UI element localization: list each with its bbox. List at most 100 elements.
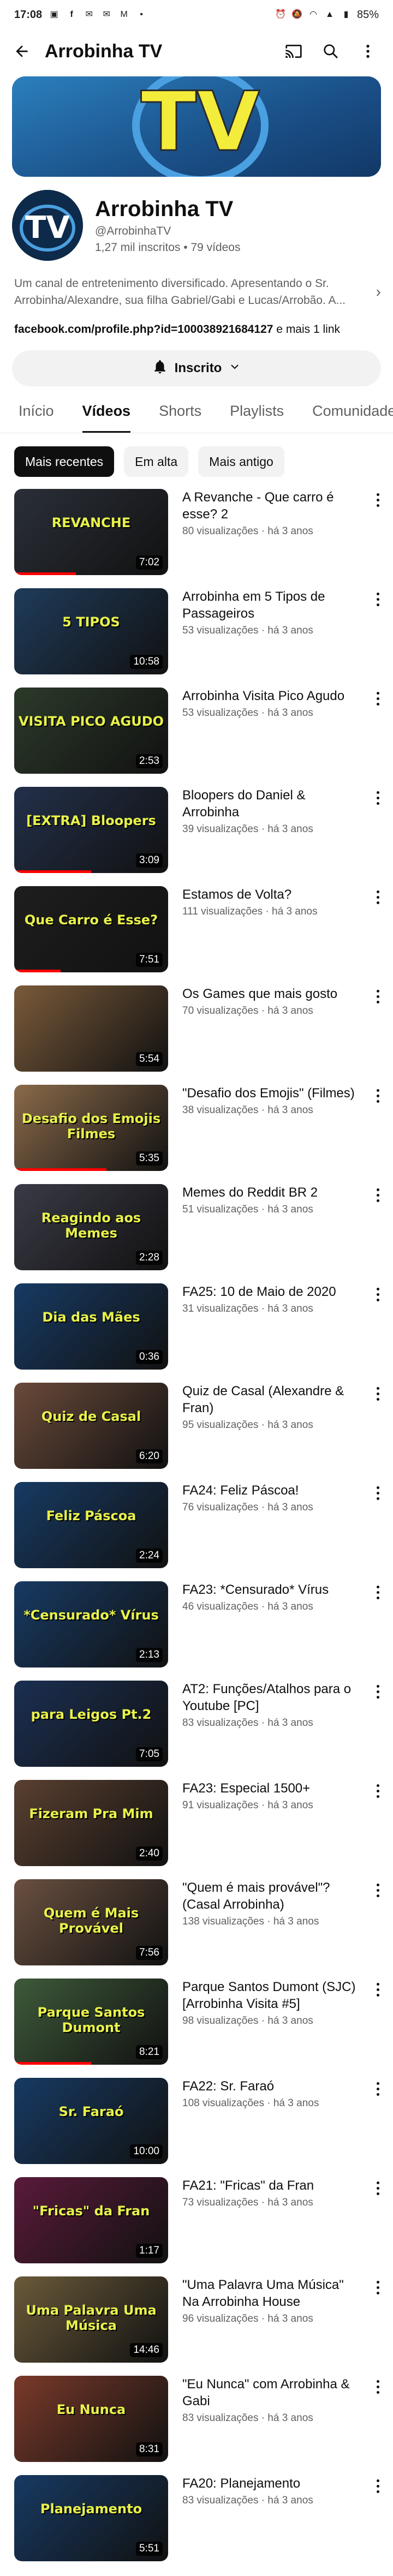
video-more-icon[interactable] xyxy=(371,2477,384,2499)
video-title[interactable]: FA20: Planejamento xyxy=(182,2475,362,2492)
video-thumbnail[interactable]: Que Carro é Esse? 7:51 xyxy=(14,886,168,972)
video-more-icon[interactable] xyxy=(371,590,384,612)
video-more-icon[interactable] xyxy=(371,789,384,811)
video-title[interactable]: FA23: Especial 1500+ xyxy=(182,1780,362,1797)
video-title[interactable]: Bloopers do Daniel & Arrobinha xyxy=(182,787,362,821)
video-item[interactable]: Reagindo aos Memes 2:28 Memes do Reddit BR… xyxy=(0,1184,393,1277)
video-more-icon[interactable] xyxy=(371,1484,384,1506)
video-title[interactable]: Quiz de Casal (Alexandre & Fran) xyxy=(182,1383,362,1416)
tab-home[interactable]: Início xyxy=(19,402,54,433)
video-title[interactable]: "Quem é mais provável"? (Casal Arrobinha… xyxy=(182,1879,362,1913)
video-title[interactable]: FA24: Feliz Páscoa! xyxy=(182,1482,362,1499)
video-more-icon[interactable] xyxy=(371,1583,384,1605)
video-more-icon[interactable] xyxy=(371,888,384,910)
video-thumbnail[interactable]: Eu Nunca 8:31 xyxy=(14,2376,168,2462)
chip-oldest[interactable]: Mais antigo xyxy=(198,446,284,477)
channel-links[interactable]: facebook.com/profile.php?id=100038921684… xyxy=(0,309,393,336)
video-title[interactable]: "Desafio dos Emojis" (Filmes) xyxy=(182,1085,362,1102)
avatar[interactable]: TV xyxy=(12,190,83,261)
video-thumbnail[interactable]: "Fricas" da Fran 1:17 xyxy=(14,2177,168,2263)
video-item[interactable]: Quiz de Casal 6:20 Quiz de Casal (Alexandr… xyxy=(0,1383,393,1475)
video-thumbnail[interactable]: REVANCHE 7:02 xyxy=(14,489,168,575)
more-links[interactable]: e mais 1 link xyxy=(273,323,340,336)
video-title[interactable]: Arrobinha em 5 Tipos de Passageiros xyxy=(182,588,362,622)
video-thumbnail[interactable]: Sr. Faraó 10:00 xyxy=(14,2078,168,2164)
video-more-icon[interactable] xyxy=(371,2378,384,2400)
tab-videos[interactable]: Vídeos xyxy=(82,402,130,433)
video-item[interactable]: Eu Nunca 8:31 "Eu Nunca" com Arrobinha & G… xyxy=(0,2376,393,2469)
video-item[interactable]: Uma Palavra Uma Música 14:46 "Uma Palavra … xyxy=(0,2276,393,2369)
video-thumbnail[interactable]: Uma Palavra Uma Música 14:46 xyxy=(14,2276,168,2363)
video-item[interactable]: VISITA PICO AGUDO 2:53 Arrobinha Visita Pi… xyxy=(0,688,393,780)
video-thumbnail[interactable]: *Censurado* Vírus 2:13 xyxy=(14,1581,168,1667)
video-title[interactable]: "Uma Palavra Uma Música" Na Arrobinha Ho… xyxy=(182,2276,362,2310)
video-item[interactable]: Fizeram Pra Mim 2:40 FA23: Especial 1500+ 9… xyxy=(0,1780,393,1873)
chip-latest[interactable]: Mais recentes xyxy=(14,446,115,477)
video-more-icon[interactable] xyxy=(371,1683,384,1705)
video-item[interactable]: Planejamento 5:51 FA20: Planejamento 83 vis… xyxy=(0,2475,393,2568)
video-title[interactable]: "Eu Nunca" com Arrobinha & Gabi xyxy=(182,2376,362,2410)
channel-link[interactable]: facebook.com/profile.php?id=100038921684… xyxy=(14,323,273,336)
more-options-icon[interactable] xyxy=(357,40,379,62)
video-item[interactable]: Sr. Faraó 10:00 FA22: Sr. Faraó 108 visuali… xyxy=(0,2078,393,2171)
tab-community[interactable]: Comunidade xyxy=(312,402,393,433)
video-item[interactable]: 5 TIPOS 10:58 Arrobinha em 5 Tipos de Pass… xyxy=(0,588,393,681)
video-thumbnail[interactable]: 5 TIPOS 10:58 xyxy=(14,588,168,674)
search-icon[interactable] xyxy=(320,40,342,62)
video-item[interactable]: Desafio dos Emojis Filmes 5:35 "Desafio do… xyxy=(0,1085,393,1178)
video-more-icon[interactable] xyxy=(371,491,384,513)
video-more-icon[interactable] xyxy=(371,1981,384,2003)
video-title[interactable]: Estamos de Volta? xyxy=(182,886,362,903)
video-title[interactable]: Os Games que mais gosto xyxy=(182,985,362,1002)
video-title[interactable]: FA22: Sr. Faraó xyxy=(182,2078,362,2095)
video-item[interactable]: REVANCHE 7:02 A Revanche - Que carro é ess… xyxy=(0,489,393,582)
video-item[interactable]: *Censurado* Vírus 2:13 FA23: *Censurado* V… xyxy=(0,1581,393,1674)
video-item[interactable]: para Leigos Pt.2 7:05 AT2: Funções/Atalhos… xyxy=(0,1681,393,1773)
tab-shorts[interactable]: Shorts xyxy=(159,402,201,433)
video-title[interactable]: FA25: 10 de Maio de 2020 xyxy=(182,1283,362,1300)
video-item[interactable]: Dia das Mães 0:36 FA25: 10 de Maio de 2020… xyxy=(0,1283,393,1376)
video-title[interactable]: Memes do Reddit BR 2 xyxy=(182,1184,362,1201)
video-title[interactable]: FA21: "Fricas" da Fran xyxy=(182,2177,362,2194)
video-item[interactable]: Feliz Páscoa 2:24 FA24: Feliz Páscoa! 76 vi… xyxy=(0,1482,393,1575)
cast-icon[interactable] xyxy=(283,40,305,62)
subscribed-button[interactable]: Inscrito xyxy=(12,350,381,386)
video-more-icon[interactable] xyxy=(371,2279,384,2300)
video-item[interactable]: [EXTRA] Bloopers 3:09 Bloopers do Daniel &… xyxy=(0,787,393,880)
video-more-icon[interactable] xyxy=(371,2080,384,2102)
video-thumbnail[interactable]: Desafio dos Emojis Filmes 5:35 xyxy=(14,1085,168,1171)
video-thumbnail[interactable]: 5:54 xyxy=(14,985,168,1072)
video-title[interactable]: AT2: Funções/Atalhos para o Youtube [PC] xyxy=(182,1681,362,1714)
video-item[interactable]: "Fricas" da Fran 1:17 FA21: "Fricas" da Fr… xyxy=(0,2177,393,2270)
video-more-icon[interactable] xyxy=(371,1881,384,1903)
video-thumbnail[interactable]: [EXTRA] Bloopers 3:09 xyxy=(14,787,168,873)
back-arrow-icon[interactable] xyxy=(9,38,35,64)
video-more-icon[interactable] xyxy=(371,690,384,712)
video-thumbnail[interactable]: Dia das Mães 0:36 xyxy=(14,1283,168,1370)
video-thumbnail[interactable]: Quem é Mais Provável 7:56 xyxy=(14,1879,168,1965)
video-item[interactable]: Quem é Mais Provável 7:56 "Quem é mais pro… xyxy=(0,1879,393,1972)
video-item[interactable]: Que Carro é Esse? 7:51 Estamos de Volta? 11… xyxy=(0,886,393,979)
video-item[interactable]: Parque Santos Dumont 8:21 Parque Santos Du… xyxy=(0,1979,393,2071)
video-title[interactable]: A Revanche - Que carro é esse? 2 xyxy=(182,489,362,523)
video-more-icon[interactable] xyxy=(371,1186,384,1208)
video-thumbnail[interactable]: Planejamento 5:51 xyxy=(14,2475,168,2561)
chip-popular[interactable]: Em alta xyxy=(124,446,189,477)
video-more-icon[interactable] xyxy=(371,2179,384,2201)
video-more-icon[interactable] xyxy=(371,1286,384,1307)
video-title[interactable]: Arrobinha Visita Pico Agudo xyxy=(182,688,362,704)
video-more-icon[interactable] xyxy=(371,1087,384,1109)
video-title[interactable]: Parque Santos Dumont (SJC) [Arrobinha Vi… xyxy=(182,1979,362,2012)
video-more-icon[interactable] xyxy=(371,1782,384,1804)
video-more-icon[interactable] xyxy=(371,988,384,1009)
video-thumbnail[interactable]: Parque Santos Dumont 8:21 xyxy=(14,1979,168,2065)
video-thumbnail[interactable]: Quiz de Casal 6:20 xyxy=(14,1383,168,1469)
video-item[interactable]: 5:54 Os Games que mais gosto 70 visualizaç… xyxy=(0,985,393,1078)
video-thumbnail[interactable]: Reagindo aos Memes 2:28 xyxy=(14,1184,168,1270)
video-title[interactable]: FA23: *Censurado* Vírus xyxy=(182,1581,362,1598)
channel-description[interactable]: Um canal de entretenimento diversificado… xyxy=(0,261,393,309)
video-more-icon[interactable] xyxy=(371,1385,384,1407)
video-thumbnail[interactable]: para Leigos Pt.2 7:05 xyxy=(14,1681,168,1767)
tab-playlists[interactable]: Playlists xyxy=(230,402,284,433)
video-thumbnail[interactable]: Feliz Páscoa 2:24 xyxy=(14,1482,168,1568)
